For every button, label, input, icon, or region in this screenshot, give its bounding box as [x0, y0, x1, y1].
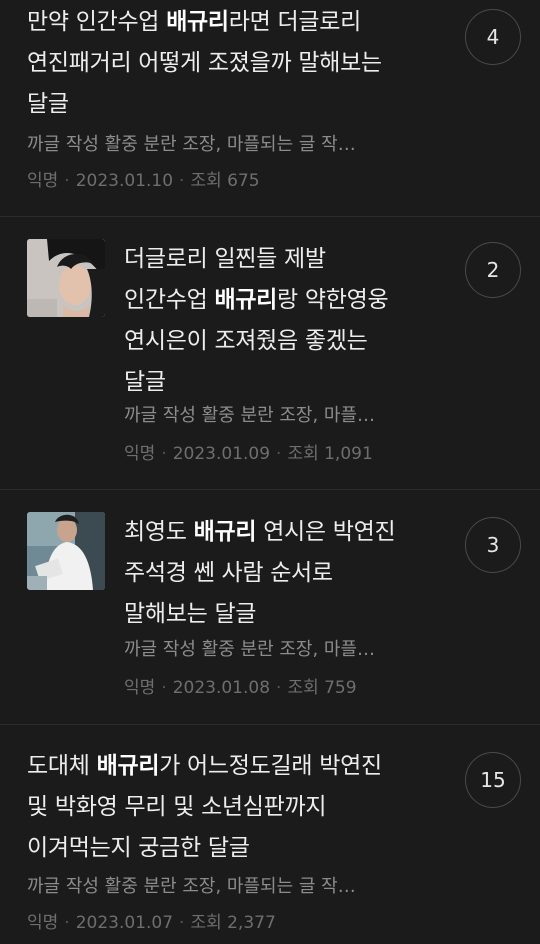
separator-dot: · — [179, 171, 185, 191]
separator-dot: · — [161, 444, 167, 464]
author: 익명 — [27, 171, 59, 191]
separator-dot: · — [276, 678, 282, 698]
post-meta: 익명 · 2023.01.09 · 조회 1,091 — [124, 443, 373, 465]
separator-dot: · — [161, 678, 167, 698]
author: 익명 — [124, 678, 156, 698]
author: 익명 — [124, 444, 156, 464]
comment-count-badge[interactable]: 4 — [465, 9, 521, 65]
date: 2023.01.07 — [75, 913, 174, 933]
view-count: 조회 759 — [287, 678, 357, 698]
post-meta: 익명 · 2023.01.10 · 조회 675 — [27, 170, 260, 192]
thumbnail[interactable] — [27, 239, 105, 317]
post-title[interactable]: 더글로리 일찐들 제발 인간수업 배규리랑 약한영웅 연시은이 조져줬음 좋겠는… — [124, 239, 444, 403]
student-photo-icon — [27, 512, 105, 590]
highlight-keyword: 배규리 — [96, 753, 160, 779]
post-title[interactable]: 최영도 배규리 연시은 박연진 주석경 쎈 사람 순서로 말해보는 달글 — [124, 512, 444, 635]
woman-portrait-icon — [27, 239, 105, 317]
list-item[interactable]: 최영도 배규리 연시은 박연진 주석경 쎈 사람 순서로 말해보는 달글 까글 … — [0, 490, 540, 725]
thumbnail[interactable] — [27, 512, 105, 590]
highlight-keyword: 배규리 — [214, 287, 278, 313]
view-count: 조회 675 — [190, 171, 260, 191]
separator-dot: · — [276, 444, 282, 464]
post-preview: 까글 작성 활중 분란 조장, 마플… — [124, 639, 376, 660]
comment-count-badge[interactable]: 3 — [465, 517, 521, 573]
view-count: 조회 1,091 — [287, 444, 373, 464]
highlight-keyword: 배규리 — [166, 9, 229, 35]
post-feed: 만약 인간수업 배규리라면 더글로리 연진패거리 어떻게 조졌을까 말해보는 달… — [0, 0, 540, 944]
post-meta: 익명 · 2023.01.07 · 조회 2,377 — [27, 912, 276, 934]
separator-dot: · — [179, 913, 185, 933]
author: 익명 — [27, 913, 59, 933]
view-count: 조회 2,377 — [190, 913, 276, 933]
list-item[interactable]: 만약 인간수업 배규리라면 더글로리 연진패거리 어떻게 조졌을까 말해보는 달… — [0, 0, 540, 217]
list-item[interactable]: 도대체 배규리가 어느정도길래 박연진 및 박화영 무리 및 소년심판까지 이겨… — [0, 725, 540, 944]
list-item[interactable]: 더글로리 일찐들 제발 인간수업 배규리랑 약한영웅 연시은이 조져줬음 좋겠는… — [0, 217, 540, 490]
post-preview: 까글 작성 활중 분란 조장, 마플… — [124, 405, 376, 426]
separator-dot: · — [64, 913, 70, 933]
date: 2023.01.10 — [75, 171, 174, 191]
post-preview: 까글 작성 활중 분란 조장, 마플되는 글 작… — [27, 876, 356, 897]
post-title[interactable]: 만약 인간수업 배규리라면 더글로리 연진패거리 어떻게 조졌을까 말해보는 달… — [27, 2, 447, 125]
post-meta: 익명 · 2023.01.08 · 조회 759 — [124, 677, 357, 699]
highlight-keyword: 배규리 — [193, 519, 257, 545]
date: 2023.01.08 — [172, 678, 271, 698]
post-preview: 까글 작성 활중 분란 조장, 마플되는 글 작… — [27, 134, 356, 155]
comment-count-badge[interactable]: 2 — [465, 242, 521, 298]
post-title[interactable]: 도대체 배규리가 어느정도길래 박연진 및 박화영 무리 및 소년심판까지 이겨… — [27, 746, 457, 869]
date: 2023.01.09 — [172, 444, 271, 464]
comment-count-badge[interactable]: 15 — [465, 752, 521, 808]
separator-dot: · — [64, 171, 70, 191]
